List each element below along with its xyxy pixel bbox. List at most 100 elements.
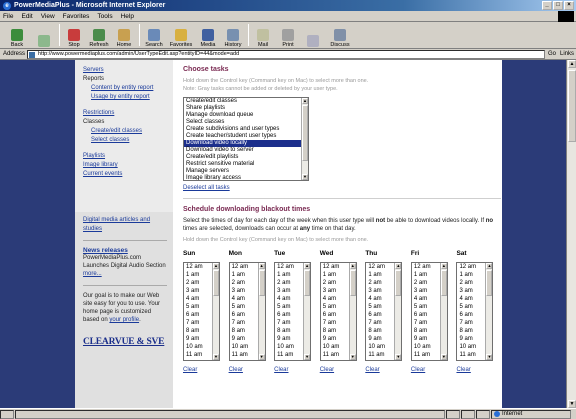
history-button[interactable]: History bbox=[221, 23, 245, 48]
page-scroll-up-icon[interactable]: ▲ bbox=[568, 60, 576, 68]
clear-link[interactable]: Clear bbox=[456, 367, 502, 373]
news-more-link[interactable]: more... bbox=[83, 271, 102, 277]
time-scrollbar[interactable]: ▲ ▼ bbox=[485, 263, 493, 360]
nav-current-events[interactable]: Current events bbox=[83, 170, 173, 179]
close-button[interactable]: × bbox=[564, 1, 574, 10]
nav-servers[interactable]: Servers bbox=[83, 66, 173, 75]
scroll-thumb[interactable] bbox=[213, 270, 219, 296]
your-profile-link[interactable]: your profile bbox=[109, 317, 139, 323]
time-listbox-mon[interactable]: 12 am 1 am 2 am 3 am 4 am 5 am 6 am 7 am 8 am 9 a… bbox=[228, 262, 266, 361]
clear-link[interactable]: Clear bbox=[274, 367, 320, 373]
scroll-up-arrow-icon[interactable]: ▲ bbox=[213, 263, 219, 269]
edit-button[interactable] bbox=[301, 23, 325, 48]
mail-button[interactable]: Mail bbox=[251, 23, 275, 48]
menu-help[interactable]: Help bbox=[121, 13, 134, 20]
menu-file[interactable]: File bbox=[3, 13, 13, 20]
scroll-down-arrow-icon[interactable]: ▼ bbox=[302, 174, 308, 180]
deselect-all-tasks-link[interactable]: Deselect all tasks bbox=[183, 185, 230, 191]
task-option[interactable]: Create/edit playlists bbox=[184, 154, 308, 161]
clear-link[interactable]: Clear bbox=[229, 367, 275, 373]
discuss-button[interactable]: Discuss bbox=[326, 23, 354, 48]
go-button[interactable]: Go bbox=[548, 51, 556, 57]
task-option[interactable]: Create subdivisions and user types bbox=[184, 126, 308, 133]
search-button[interactable]: Search bbox=[142, 23, 166, 48]
time-scrollbar[interactable]: ▲ ▼ bbox=[439, 263, 447, 360]
tasks-listbox[interactable]: Create/edit classes Share playlists Manage… bbox=[183, 97, 309, 181]
menu-edit[interactable]: Edit bbox=[21, 13, 32, 20]
scroll-up-arrow-icon[interactable]: ▲ bbox=[258, 263, 265, 269]
nav-select-classes[interactable]: Select classes bbox=[83, 136, 173, 145]
time-scrollbar[interactable]: ▲ ▼ bbox=[257, 263, 265, 360]
nav-image-library[interactable]: Image library bbox=[83, 161, 173, 170]
clear-link[interactable]: Clear bbox=[183, 367, 229, 373]
nav-content-by-entity-report[interactable]: Content by entity report bbox=[83, 84, 173, 93]
links-button[interactable]: Links bbox=[560, 51, 574, 57]
time-listbox-thu[interactable]: 12 am 1 am 2 am 3 am 4 am 5 am 6 am 7 am 8 am 9 a… bbox=[365, 262, 403, 361]
scroll-thumb[interactable] bbox=[258, 270, 265, 296]
home-button[interactable]: Home bbox=[112, 23, 136, 48]
task-option[interactable]: Download video locally bbox=[184, 140, 308, 147]
scroll-up-arrow-icon[interactable]: ▲ bbox=[349, 263, 356, 269]
back-button[interactable]: Back bbox=[3, 23, 31, 48]
time-listbox-sun[interactable]: 12 am 1 am 2 am 3 am 4 am 5 am 6 am 7 am 8 am 9 a… bbox=[183, 262, 220, 361]
nav-playlists[interactable]: Playlists bbox=[83, 152, 173, 161]
scroll-down-arrow-icon[interactable]: ▼ bbox=[440, 354, 447, 360]
scroll-down-arrow-icon[interactable]: ▼ bbox=[304, 354, 311, 360]
page-scrollbar[interactable]: ▲ ▼ bbox=[566, 60, 576, 408]
menu-favorites[interactable]: Favorites bbox=[63, 13, 90, 20]
scroll-thumb[interactable] bbox=[349, 270, 356, 296]
scroll-down-arrow-icon[interactable]: ▼ bbox=[258, 354, 265, 360]
tasks-scrollbar[interactable]: ▲ ▼ bbox=[301, 98, 308, 180]
task-option[interactable]: Download video to server bbox=[184, 147, 308, 154]
refresh-button[interactable]: Refresh bbox=[87, 23, 111, 48]
nav-create-edit-classes[interactable]: Create/edit classes bbox=[83, 127, 173, 136]
favorites-button[interactable]: Favorites bbox=[167, 23, 195, 48]
scroll-up-arrow-icon[interactable]: ▲ bbox=[304, 263, 311, 269]
scroll-thumb[interactable] bbox=[395, 270, 402, 296]
task-option[interactable]: Select classes bbox=[184, 119, 308, 126]
nav-usage-by-entity-report[interactable]: Usage by entity report bbox=[83, 93, 173, 102]
scroll-thumb[interactable] bbox=[440, 270, 447, 296]
time-scrollbar[interactable]: ▲ ▼ bbox=[394, 263, 402, 360]
scroll-thumb[interactable] bbox=[304, 270, 311, 296]
address-input[interactable]: http://www.powermediaplus.com/admin/User… bbox=[27, 49, 545, 59]
time-listbox-wed[interactable]: 12 am 1 am 2 am 3 am 4 am 5 am 6 am 7 am 8 am 9 a… bbox=[319, 262, 357, 361]
nav-restrictions[interactable]: Restrictions bbox=[83, 109, 173, 118]
clear-link[interactable]: Clear bbox=[365, 367, 411, 373]
time-scrollbar[interactable]: ▲ ▼ bbox=[303, 263, 311, 360]
scroll-thumb[interactable] bbox=[302, 105, 308, 161]
scroll-up-arrow-icon[interactable]: ▲ bbox=[440, 263, 447, 269]
task-option[interactable]: Create teacher/student user types bbox=[184, 133, 308, 140]
maximize-button[interactable]: □ bbox=[553, 1, 563, 10]
task-option[interactable]: Share playlists bbox=[184, 105, 308, 112]
task-option[interactable]: Manage servers bbox=[184, 168, 308, 175]
task-option[interactable]: Image library access bbox=[184, 175, 308, 180]
time-listbox-fri[interactable]: 12 am 1 am 2 am 3 am 4 am 5 am 6 am 7 am 8 am 9 a… bbox=[410, 262, 448, 361]
page-scroll-thumb[interactable] bbox=[568, 70, 576, 142]
time-listbox-sat[interactable]: 12 am 1 am 2 am 3 am 4 am 5 am 6 am 7 am 8 am 9 a… bbox=[456, 262, 494, 361]
menu-view[interactable]: View bbox=[41, 13, 55, 20]
menu-tools[interactable]: Tools bbox=[97, 13, 112, 20]
scroll-down-arrow-icon[interactable]: ▼ bbox=[395, 354, 402, 360]
scroll-up-arrow-icon[interactable]: ▲ bbox=[302, 98, 308, 104]
scroll-thumb[interactable] bbox=[486, 270, 493, 296]
task-option[interactable]: Manage download queue bbox=[184, 112, 308, 119]
scroll-down-arrow-icon[interactable]: ▼ bbox=[486, 354, 493, 360]
task-option[interactable]: Restrict sensitive material bbox=[184, 161, 308, 168]
time-listbox-tue[interactable]: 12 am 1 am 2 am 3 am 4 am 5 am 6 am 7 am 8 am 9 a… bbox=[274, 262, 312, 361]
time-scrollbar[interactable]: ▲ ▼ bbox=[212, 263, 219, 360]
scroll-down-arrow-icon[interactable]: ▼ bbox=[213, 354, 219, 360]
page-scroll-down-icon[interactable]: ▼ bbox=[568, 400, 576, 408]
stop-button[interactable]: Stop bbox=[62, 23, 86, 48]
scroll-down-arrow-icon[interactable]: ▼ bbox=[349, 354, 356, 360]
clearvue-sve-logo[interactable]: CLEARVUE & SVE bbox=[83, 337, 167, 347]
task-option[interactable]: Create/edit classes bbox=[184, 98, 308, 105]
news-releases-heading[interactable]: News releases bbox=[83, 247, 167, 254]
scroll-up-arrow-icon[interactable]: ▲ bbox=[395, 263, 402, 269]
time-scrollbar[interactable]: ▲ ▼ bbox=[348, 263, 356, 360]
clear-link[interactable]: Clear bbox=[320, 367, 366, 373]
minimize-button[interactable]: _ bbox=[542, 1, 552, 10]
media-button[interactable]: Media bbox=[196, 23, 220, 48]
print-button[interactable]: Print bbox=[276, 23, 300, 48]
scroll-up-arrow-icon[interactable]: ▲ bbox=[486, 263, 493, 269]
